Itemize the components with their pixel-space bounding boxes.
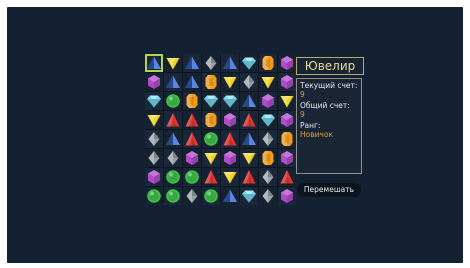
board-cell[interactable] [278, 54, 296, 72]
total-score-label: Общий счет: [300, 101, 350, 110]
board-cell[interactable] [183, 54, 201, 72]
board-cell[interactable] [145, 73, 163, 91]
board-cell[interactable] [259, 73, 277, 91]
board-cell[interactable] [145, 187, 163, 205]
board-cell[interactable] [278, 111, 296, 129]
board-cell[interactable] [259, 92, 277, 110]
board-cell[interactable] [164, 54, 182, 72]
board-cell[interactable] [240, 54, 258, 72]
current-score-label: Текущий счет: [300, 81, 358, 90]
game-board [145, 54, 296, 205]
board-cell[interactable] [221, 130, 239, 148]
board-cell[interactable] [164, 130, 182, 148]
board-cell[interactable] [145, 168, 163, 186]
board-cell[interactable] [183, 187, 201, 205]
board-cell[interactable] [259, 111, 277, 129]
board-cell[interactable] [145, 92, 163, 110]
board-cell[interactable] [221, 187, 239, 205]
board-cell[interactable] [145, 54, 163, 72]
board-cell[interactable] [259, 168, 277, 186]
board-cell[interactable] [183, 149, 201, 167]
board-cell[interactable] [202, 54, 220, 72]
board-cell[interactable] [164, 111, 182, 129]
board-cell[interactable] [240, 92, 258, 110]
board-cell[interactable] [183, 130, 201, 148]
board-cell[interactable] [164, 92, 182, 110]
game-title: Ювелир [296, 57, 364, 75]
board-cell[interactable] [278, 92, 296, 110]
board-cell[interactable] [259, 54, 277, 72]
board-cell[interactable] [278, 130, 296, 148]
board-cell[interactable] [202, 168, 220, 186]
board-cell[interactable] [278, 168, 296, 186]
board-cell[interactable] [183, 111, 201, 129]
board-cell[interactable] [202, 149, 220, 167]
board-cell[interactable] [183, 92, 201, 110]
board-cell[interactable] [202, 111, 220, 129]
board-cell[interactable] [278, 73, 296, 91]
board-cell[interactable] [202, 73, 220, 91]
board-cell[interactable] [202, 187, 220, 205]
board-cell[interactable] [164, 187, 182, 205]
board-cell[interactable] [221, 73, 239, 91]
board-cell[interactable] [278, 149, 296, 167]
board-cell[interactable] [145, 111, 163, 129]
board-cell[interactable] [221, 92, 239, 110]
board-cell[interactable] [221, 111, 239, 129]
game-screen: Ювелир Текущий счет: 9 Общий счет: 9 Ран… [7, 7, 463, 263]
board-cell[interactable] [278, 187, 296, 205]
current-score-value: 9 [300, 90, 305, 99]
board-cell[interactable] [202, 92, 220, 110]
board-cell[interactable] [240, 168, 258, 186]
board-cell[interactable] [221, 149, 239, 167]
shuffle-button[interactable]: Перемешать [297, 183, 361, 197]
rank-label: Ранг: [300, 121, 321, 130]
board-cell[interactable] [259, 187, 277, 205]
board-cell[interactable] [221, 54, 239, 72]
board-cell[interactable] [259, 130, 277, 148]
total-score-value: 9 [300, 110, 305, 119]
board-cell[interactable] [240, 73, 258, 91]
rank-value: Новичок [300, 130, 334, 139]
board-cell[interactable] [164, 168, 182, 186]
board-cell[interactable] [183, 73, 201, 91]
score-panel: Текущий счет: 9 Общий счет: 9 Ранг: Нови… [296, 78, 362, 174]
board-cell[interactable] [240, 187, 258, 205]
board-cell[interactable] [202, 130, 220, 148]
board-cell[interactable] [240, 111, 258, 129]
board-cell[interactable] [164, 73, 182, 91]
board-cell[interactable] [183, 168, 201, 186]
board-cell[interactable] [145, 130, 163, 148]
board-cell[interactable] [145, 149, 163, 167]
board-cell[interactable] [164, 149, 182, 167]
board-cell[interactable] [240, 130, 258, 148]
board-cell[interactable] [240, 149, 258, 167]
board-cell[interactable] [259, 149, 277, 167]
board-cell[interactable] [221, 168, 239, 186]
